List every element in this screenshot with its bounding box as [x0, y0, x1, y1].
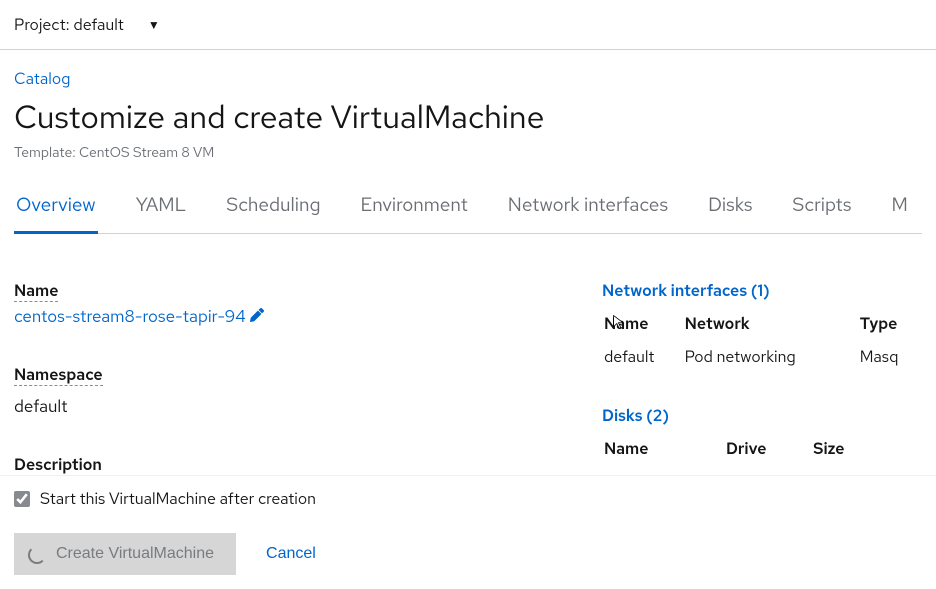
nic-col-type: Type	[860, 313, 920, 344]
namespace-section: Namespace default	[14, 364, 582, 418]
start-after-creation-checkbox[interactable]: Start this VirtualMachine after creation	[14, 488, 922, 509]
tab-network-interfaces[interactable]: Network interfaces	[506, 182, 670, 233]
disk-col-size: Size	[813, 438, 920, 469]
name-label: Name	[14, 280, 58, 302]
start-checkbox-input[interactable]	[14, 491, 30, 507]
cancel-button[interactable]: Cancel	[266, 545, 316, 563]
table-row: default Pod networking Masq	[604, 346, 920, 367]
pencil-icon[interactable]	[250, 306, 264, 328]
content-area: Name centos-stream8-rose-tapir-94 Namesp…	[14, 234, 922, 516]
nic-col-network: Network	[685, 313, 858, 344]
namespace-value: default	[14, 396, 582, 418]
page-body: Catalog Customize and create VirtualMach…	[0, 50, 936, 528]
tab-disks[interactable]: Disks	[706, 182, 754, 233]
network-interfaces-heading[interactable]: Network interfaces (1)	[602, 280, 922, 301]
project-dropdown[interactable]: Project: default ▼	[14, 14, 160, 35]
name-value[interactable]: centos-stream8-rose-tapir-94	[14, 306, 582, 328]
tab-scripts[interactable]: Scripts	[790, 182, 853, 233]
project-label-text: Project: default	[14, 14, 124, 35]
tab-overview[interactable]: Overview	[14, 182, 98, 234]
description-label: Description	[14, 454, 102, 476]
spinner-icon	[28, 546, 44, 562]
button-row: Create VirtualMachine Cancel	[14, 533, 922, 575]
tab-environment[interactable]: Environment	[359, 182, 470, 233]
breadcrumb[interactable]: Catalog	[14, 68, 922, 89]
network-interfaces-table: Name Network Type default Pod networking…	[602, 311, 922, 369]
project-bar: Project: default ▼	[0, 0, 936, 50]
name-section: Name centos-stream8-rose-tapir-94	[14, 280, 582, 328]
tab-scheduling[interactable]: Scheduling	[224, 182, 322, 233]
disk-col-name: Name	[604, 438, 724, 469]
nic-col-name: Name	[604, 313, 683, 344]
disks-heading[interactable]: Disks (2)	[602, 405, 922, 426]
start-checkbox-label: Start this VirtualMachine after creation	[40, 488, 316, 509]
tab-more[interactable]: M	[889, 182, 909, 233]
template-subtitle: Template: CentOS Stream 8 VM	[14, 144, 922, 162]
tab-yaml[interactable]: YAML	[134, 182, 189, 233]
page-title: Customize and create VirtualMachine	[14, 95, 922, 138]
create-button[interactable]: Create VirtualMachine	[14, 533, 236, 575]
disk-col-drive: Drive	[726, 438, 811, 469]
footer: Start this VirtualMachine after creation…	[0, 475, 936, 589]
namespace-label: Namespace	[14, 364, 103, 386]
caret-down-icon: ▼	[148, 17, 160, 33]
tab-bar: Overview YAML Scheduling Environment Net…	[14, 182, 922, 234]
